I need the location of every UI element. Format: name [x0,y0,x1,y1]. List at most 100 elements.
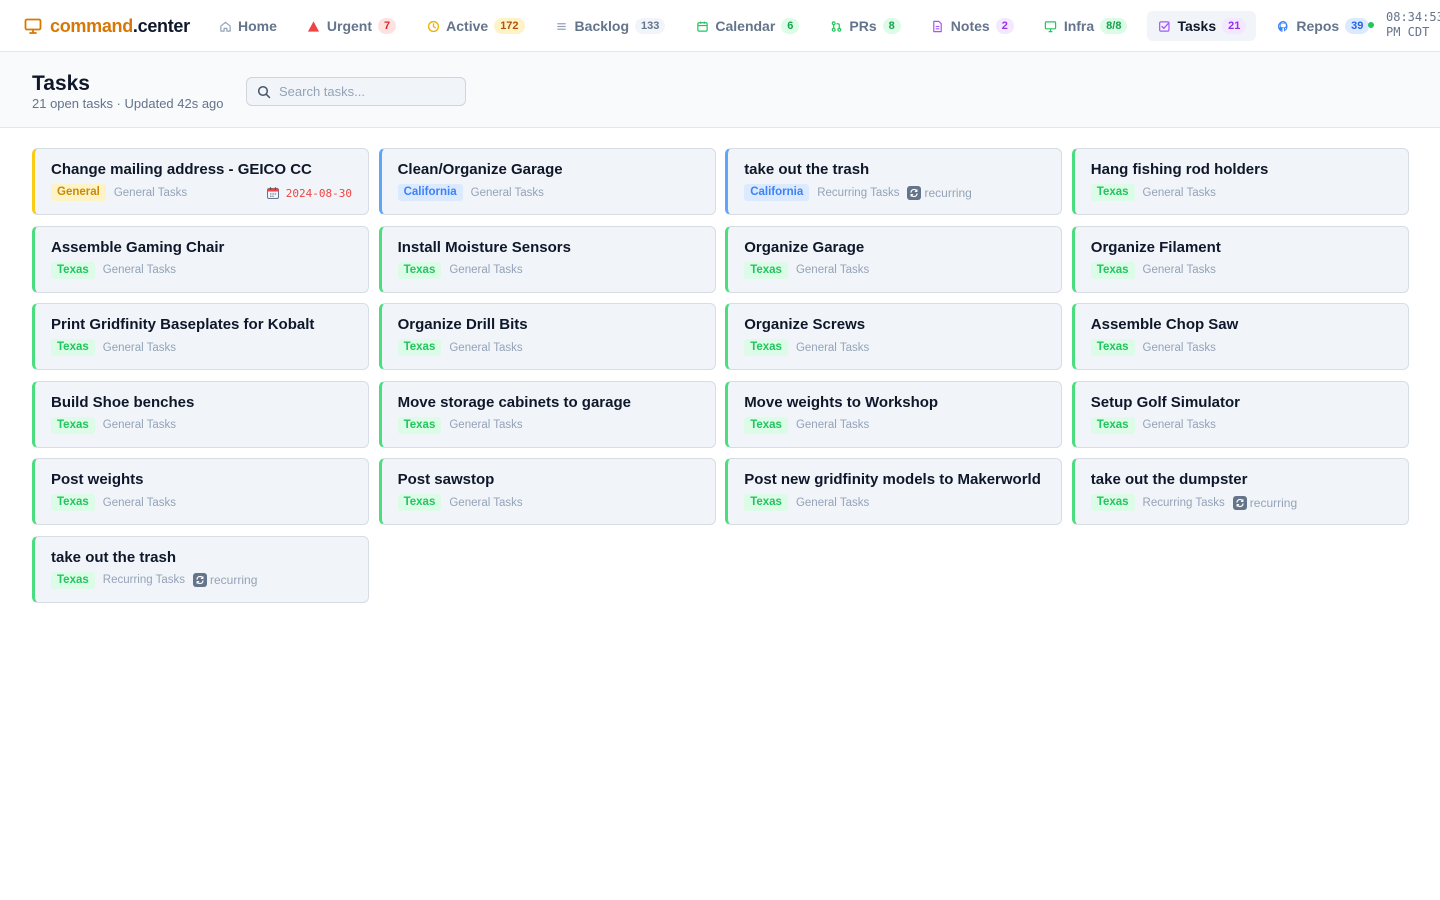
task-title: Setup Golf Simulator [1090,393,1240,411]
top-nav: command.center Home Urgent 7 Active 172 Backl… [0,0,1440,52]
task-card[interactable]: Setup Golf Simulator Texas General Tasks [1071,380,1409,448]
task-card[interactable]: Assemble Gaming Chair Texas General Tasks [32,225,369,293]
task-list-name: Recurring Tasks [1142,496,1225,509]
task-meta: California Recurring Tasks recurring [744,184,1045,201]
task-card[interactable]: take out the trash California Recurring Ta… [725,148,1063,215]
task-list-name: General Tasks [102,264,177,277]
task-grid: Change mailing address - GEICO CC General… [32,148,1409,603]
task-card[interactable]: take out the dumpster Texas Recurring Task… [1071,458,1409,526]
task-tag: Texas [744,494,788,512]
task-title: Print Gridfinity Baseplates for Kobalt [51,316,315,334]
task-tag: Texas [51,571,95,589]
task-title: Organize Screws [744,316,866,334]
task-tag: Texas [51,261,95,279]
search-box[interactable] [246,77,466,106]
recurring-label: recurring [924,185,972,200]
tab-urgent[interactable]: Urgent 7 [297,11,406,41]
task-list-name: Recurring Tasks [102,574,186,587]
brand[interactable]: command.center [24,0,190,51]
tab-label: Repos [1296,18,1340,34]
recurring-indicator: recurring [907,185,972,200]
task-list-name: General Tasks [449,264,523,277]
task-list-name: General Tasks [795,496,870,509]
count-badge: 8/8 [1100,18,1128,34]
tab-prs[interactable]: PRs 8 [819,11,910,41]
task-title: Move weights to Workshop [744,393,939,411]
page-header: Tasks 21 open tasks · Updated 42s ago [0,52,1440,128]
count-badge: 133 [635,18,666,34]
recurring-indicator: recurring [1232,495,1298,510]
task-meta: Texas Recurring Tasks recurring [1090,494,1392,512]
tab-notes[interactable]: Notes 2 [921,11,1024,41]
tab-infra[interactable]: Infra 8/8 [1034,11,1138,41]
task-card[interactable]: Organize Screws Texas General Tasks [725,303,1063,371]
task-tag: Texas [744,339,788,357]
clock-period: PM CDT [1386,25,1430,39]
task-card[interactable]: Hang fishing rod holders Texas General Tas… [1071,148,1409,215]
task-card[interactable]: Organize Garage Texas General Tasks [725,225,1063,293]
task-meta: Texas General Tasks [744,339,1045,357]
status-dot [1368,22,1374,28]
list-icon [555,19,569,33]
task-card[interactable]: Print Gridfinity Baseplates for Kobalt Te… [32,303,369,371]
task-list-name: General Tasks [102,341,177,354]
tab-label: Tasks [1177,18,1217,34]
task-list-name: General Tasks [102,419,177,432]
task-card[interactable]: Post new gridfinity models to Makerworld… [725,458,1063,526]
monitor-icon [1044,19,1058,33]
task-tag: Texas [51,416,95,434]
task-card[interactable]: Clean/Organize Garage California General T… [378,148,716,215]
task-card[interactable]: Move storage cabinets to garage Texas Gene… [378,380,716,448]
task-meta: Texas General Tasks [744,494,1045,512]
task-card[interactable]: Install Moisture Sensors Texas General Tas… [378,225,716,293]
search-input[interactable] [279,84,459,99]
tab-label: Urgent [326,18,373,34]
tab-home[interactable]: Home [208,11,287,41]
task-list-name: Recurring Tasks [817,186,900,199]
task-card[interactable]: Move weights to Workshop Texas General Tas… [725,380,1063,448]
nav-tabs: Home Urgent 7 Active 172 Backlog 133 Calendar 6 P… [208,10,1389,42]
task-card[interactable]: Post weights Texas General Tasks [32,458,369,526]
task-title: Post new gridfinity models to Makerworld [744,471,1041,489]
github-icon [1276,19,1290,33]
page-subtitle: 21 open tasks · Updated 42s ago [32,96,224,111]
tab-repos[interactable]: Repos 39 [1266,11,1379,41]
task-title: Organize Drill Bits [397,316,528,334]
count-badge: 7 [378,18,397,34]
task-meta: Texas General Tasks [51,261,352,279]
recurring-icon [1232,495,1247,510]
page-title: Tasks [32,72,90,95]
clock: 08:34:53 PM CDT [1368,10,1440,40]
tab-tasks[interactable]: Tasks 21 [1147,11,1257,41]
monitor-icon [24,17,42,35]
task-meta: Texas General Tasks [1090,261,1392,279]
task-list-name: General Tasks [449,496,523,509]
task-tag: General [51,184,106,201]
count-badge: 6 [781,18,800,34]
task-meta: Texas General Tasks [51,494,352,512]
task-card[interactable]: take out the trash Texas Recurring Tasks re… [32,535,369,603]
recurring-label: recurring [1249,495,1298,510]
task-card[interactable]: Assemble Chop Saw Texas General Tasks [1071,303,1409,371]
task-list-name: General Tasks [449,341,523,354]
task-card[interactable]: Organize Filament Texas General Tasks [1071,225,1409,293]
task-card[interactable]: Change mailing address - GEICO CC General… [32,148,369,215]
tab-backlog[interactable]: Backlog 133 [545,11,676,41]
task-card[interactable]: Build Shoe benches Texas General Tasks [32,380,369,448]
task-title: Assemble Chop Saw [1090,316,1239,334]
urgent-triangle-icon [307,19,321,33]
tab-label: Infra [1063,18,1095,34]
tab-label: Active [446,18,489,34]
task-title: Post weights [51,471,144,489]
task-check-icon [1157,19,1171,33]
due-date-text: 2024-08-30 [285,186,352,200]
task-tag: Texas [1090,494,1135,512]
home-icon [218,19,232,33]
tab-calendar[interactable]: Calendar 6 [685,11,809,41]
task-card[interactable]: Organize Drill Bits Texas General Tasks [378,303,716,371]
calendar-icon [695,19,709,33]
task-meta: Texas Recurring Tasks recurring [51,571,352,589]
tab-active[interactable]: Active 172 [416,11,534,41]
task-card[interactable]: Post sawstop Texas General Tasks [378,458,716,526]
task-meta: Texas General Tasks [397,261,699,279]
